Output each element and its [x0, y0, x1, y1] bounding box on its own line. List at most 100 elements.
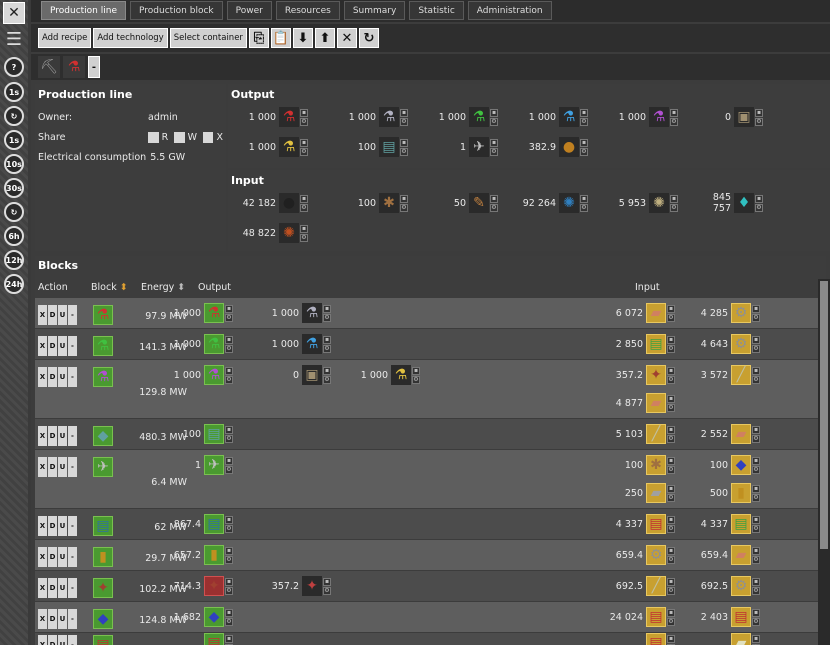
chest-icon[interactable]: ▪ — [323, 335, 331, 344]
chest-icon[interactable]: ▪ — [225, 304, 233, 313]
gear-icon[interactable]: ⚙ — [752, 313, 760, 322]
advanced-circuit-icon[interactable]: ▤ — [646, 514, 666, 534]
action-button-u[interactable]: U — [58, 609, 67, 629]
gear-icon[interactable]: ⚙ — [755, 203, 763, 212]
advanced-circuit-icon[interactable]: ▤ — [731, 607, 751, 627]
battery-icon[interactable]: ▮ — [204, 545, 224, 565]
chest-icon[interactable]: ▪ — [670, 108, 678, 117]
download-icon[interactable]: ⬇ — [292, 28, 313, 48]
engine-unit-icon[interactable]: ✦ — [646, 365, 666, 385]
action-button-u[interactable]: U — [58, 635, 67, 645]
gear-icon[interactable]: ⚙ — [752, 375, 760, 384]
chest-icon[interactable]: ▪ — [323, 577, 331, 586]
gear-icon[interactable]: ⚙ — [667, 313, 675, 322]
chest-icon[interactable]: ▪ — [580, 108, 588, 117]
action-button-x[interactable]: X — [38, 547, 47, 567]
gear-icon[interactable]: ⚙ — [752, 617, 760, 626]
gear-icon[interactable]: ⚙ — [225, 375, 233, 384]
purple-science-flask-icon[interactable]: ⚗ — [204, 365, 224, 385]
chest-icon[interactable]: ▪ — [225, 608, 233, 617]
iron-gear-icon[interactable]: ⚙ — [731, 576, 751, 596]
action-button-d[interactable]: D — [48, 367, 57, 387]
circuit-module-icon[interactable]: ▤ — [204, 514, 224, 534]
chest-icon[interactable]: ▪ — [667, 366, 675, 375]
filter-minus-button[interactable]: - — [88, 56, 100, 78]
add-technology-button[interactable]: Add technology — [93, 28, 168, 48]
copper-plate-icon[interactable]: ▰ — [731, 424, 751, 444]
chest-icon[interactable]: ▪ — [667, 456, 675, 465]
select-container-button[interactable]: Select container — [169, 28, 247, 48]
gear-icon[interactable]: ⚙ — [323, 313, 331, 322]
chest-icon[interactable]: ▪ — [667, 546, 675, 555]
red-science-flask-icon[interactable]: ⚗ — [204, 303, 224, 323]
gear-icon[interactable]: ⚙ — [752, 493, 760, 502]
action-button-u[interactable]: U — [58, 457, 67, 477]
close-icon[interactable]: ✕ — [3, 2, 25, 24]
chest-icon[interactable]: ▪ — [225, 546, 233, 555]
action-button-u[interactable]: U — [58, 367, 67, 387]
menu-icon[interactable]: ☰ — [3, 28, 25, 50]
col-block[interactable]: Block ⬍ — [91, 282, 128, 293]
chest-icon[interactable]: ▪ — [490, 108, 498, 117]
action-button-minus[interactable]: - — [68, 635, 77, 645]
copper-plate-icon[interactable]: ▰ — [646, 393, 666, 413]
action-button-minus[interactable]: - — [68, 305, 77, 325]
electric-engine-icon[interactable]: ✦ — [302, 576, 322, 596]
copper-ore-icon[interactable]: ✺ — [279, 223, 299, 243]
stone-icon[interactable]: ✺ — [649, 193, 669, 213]
advanced-circuit-icon[interactable]: ▤ — [646, 633, 666, 645]
oil-drop-icon[interactable]: ● — [559, 137, 579, 157]
gear-icon[interactable]: ⚙ — [323, 375, 331, 384]
upload-icon[interactable]: ⬆ — [314, 28, 335, 48]
chest-icon[interactable]: ▪ — [670, 194, 678, 203]
chest-icon[interactable]: ▪ — [752, 546, 760, 555]
col-energy[interactable]: Energy ⬍ — [141, 282, 185, 293]
rocket-part-icon[interactable]: ✈ — [469, 137, 489, 157]
action-button-minus[interactable]: - — [68, 367, 77, 387]
action-button-x[interactable]: X — [38, 367, 47, 387]
yellow-science-flask-icon[interactable]: ⚗ — [391, 365, 411, 385]
share-write-checkbox[interactable] — [174, 131, 185, 143]
gear-icon[interactable]: ⚙ — [752, 555, 760, 564]
chest-icon[interactable]: ▪ — [667, 515, 675, 524]
gear-icon[interactable]: ⚙ — [667, 465, 675, 474]
gear-icon[interactable]: ⚙ — [300, 117, 308, 126]
tab-statistic[interactable]: Statistic — [409, 1, 464, 20]
chest-icon[interactable]: ▪ — [667, 425, 675, 434]
action-button-x[interactable]: X — [38, 609, 47, 629]
scrollbar[interactable] — [818, 279, 830, 645]
chest-icon[interactable]: ▪ — [300, 138, 308, 147]
gear-icon[interactable]: ⚙ — [225, 586, 233, 595]
action-button-d[interactable]: D — [48, 635, 57, 645]
tab-summary[interactable]: Summary — [343, 1, 406, 20]
chest-icon[interactable]: ▪ — [667, 484, 675, 493]
action-button-d[interactable]: D — [48, 426, 57, 446]
gear-icon[interactable]: ⚙ — [490, 203, 498, 212]
iron-stick-icon[interactable]: ╱ — [731, 365, 751, 385]
time-filter-button[interactable]: 6h — [4, 226, 24, 246]
refresh-icon[interactable]: ↻ — [358, 28, 379, 48]
gear-icon[interactable]: ⚙ — [752, 524, 760, 533]
iron-gear-icon[interactable]: ⚙ — [646, 545, 666, 565]
advanced-circuit-icon[interactable]: ▤ — [646, 607, 666, 627]
action-button-d[interactable]: D — [48, 336, 57, 356]
chest-icon[interactable]: ▪ — [400, 138, 408, 147]
time-filter-button[interactable]: ↻ — [4, 202, 24, 222]
action-button-x[interactable]: X — [38, 635, 47, 645]
chest-icon[interactable]: ▪ — [752, 304, 760, 313]
time-filter-button[interactable]: 1s — [4, 82, 24, 102]
action-button-x[interactable]: X — [38, 305, 47, 325]
chest-icon[interactable]: ▪ — [300, 108, 308, 117]
chest-icon[interactable]: ▪ — [490, 194, 498, 203]
chest-icon[interactable]: ▪ — [225, 456, 233, 465]
share-execute-checkbox[interactable] — [203, 131, 214, 143]
chest-icon[interactable]: ▪ — [300, 194, 308, 203]
chest-icon[interactable]: ▪ — [667, 394, 675, 403]
chest-icon[interactable]: ▪ — [667, 304, 675, 313]
chest-icon[interactable]: ▪ — [225, 335, 233, 344]
delete-icon[interactable]: ✕ — [336, 28, 357, 48]
processing-unit-icon[interactable]: ◆ — [731, 455, 751, 475]
action-button-d[interactable]: D — [48, 547, 57, 567]
copper-plate-icon[interactable]: ▰ — [646, 303, 666, 323]
action-button-u[interactable]: U — [58, 578, 67, 598]
